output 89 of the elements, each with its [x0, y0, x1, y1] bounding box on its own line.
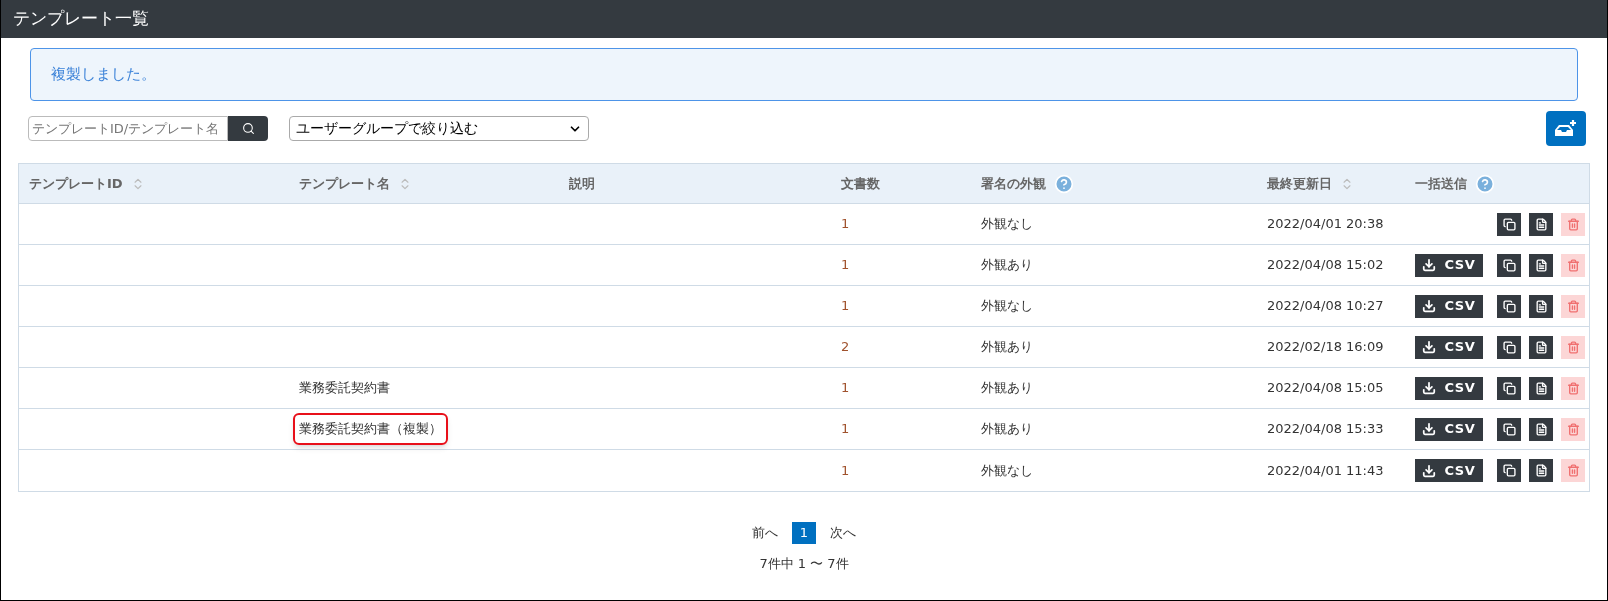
inbox-plus-icon [1553, 118, 1579, 139]
copy-button[interactable] [1497, 335, 1521, 359]
appearance-cell: 外観なし [981, 462, 1033, 478]
updated-date: 2022/04/08 10:27 [1267, 298, 1384, 314]
copy-icon [1502, 258, 1516, 272]
group-filter-dropdown[interactable]: ユーザーグループで絞り込む [289, 116, 589, 141]
appearance-cell: 外観なし [981, 298, 1033, 314]
document-icon [1534, 464, 1548, 477]
copy-button[interactable] [1497, 376, 1521, 400]
document-button[interactable] [1529, 335, 1553, 359]
copy-icon [1502, 299, 1516, 313]
document-button[interactable] [1529, 212, 1553, 236]
document-button[interactable] [1529, 459, 1553, 482]
document-count: 1 [841, 216, 850, 232]
download-icon [1422, 340, 1437, 354]
updated-date: 2022/04/08 15:05 [1267, 380, 1384, 396]
csv-download-button[interactable]: CSV [1415, 417, 1483, 441]
copy-icon [1502, 422, 1516, 436]
copy-icon [1502, 464, 1516, 477]
csv-download-button[interactable]: CSV [1415, 376, 1483, 400]
copy-icon [1502, 217, 1516, 231]
appearance-cell: 外観あり [981, 421, 1033, 437]
window-title: テンプレート一覧 [13, 7, 149, 31]
download-icon [1422, 422, 1437, 436]
download-icon [1422, 258, 1437, 272]
document-count: 1 [841, 298, 850, 314]
document-button[interactable] [1529, 294, 1553, 318]
column-header: 一括送信 [1415, 174, 1467, 193]
trash-icon [1566, 217, 1580, 231]
copy-button[interactable] [1497, 459, 1521, 482]
trash-icon [1566, 340, 1580, 354]
document-icon [1534, 258, 1548, 272]
column-header[interactable]: テンプレート名 [299, 173, 390, 194]
updated-date: 2022/04/08 15:02 [1267, 257, 1384, 273]
appearance-cell: 外観あり [981, 380, 1033, 396]
trash-icon [1566, 464, 1580, 477]
document-icon [1534, 340, 1548, 354]
add-template-button[interactable] [1546, 111, 1586, 146]
document-button[interactable] [1529, 417, 1553, 441]
appearance-cell: 外観あり [981, 339, 1033, 355]
previous-page-link[interactable]: 前へ [752, 523, 778, 543]
document-count: 2 [841, 339, 850, 355]
copy-button[interactable] [1497, 294, 1521, 318]
csv-download-button[interactable]: CSV [1415, 253, 1483, 277]
document-icon [1534, 217, 1548, 231]
appearance-cell: 外観あり [981, 257, 1033, 273]
document-count: 1 [841, 462, 850, 478]
document-icon [1534, 381, 1548, 395]
updated-date: 2022/02/18 16:09 [1267, 339, 1384, 355]
csv-download-button[interactable]: CSV [1415, 294, 1483, 318]
updated-date: 2022/04/01 20:38 [1267, 216, 1384, 232]
updated-date: 2022/04/08 15:33 [1267, 421, 1384, 437]
csv-download-button[interactable]: CSV [1415, 459, 1483, 482]
document-count: 1 [841, 380, 850, 396]
download-icon [1422, 463, 1437, 478]
page-number[interactable]: 1 [792, 522, 816, 544]
template-name: 業務委託契約書 [299, 380, 390, 396]
search-button[interactable] [228, 116, 268, 141]
copy-icon [1502, 381, 1516, 395]
csv-download-button[interactable]: CSV [1415, 335, 1483, 359]
document-count: 1 [841, 421, 850, 437]
result-summary: 7件中 1 〜 7件 [759, 555, 849, 573]
search-field[interactable]: テンプレートID/テンプレート名 [28, 116, 228, 141]
trash-icon [1566, 299, 1580, 313]
column-header[interactable]: テンプレートID [29, 173, 123, 194]
document-count: 1 [841, 257, 850, 273]
column-header: 文書数 [841, 174, 880, 193]
column-header: 説明 [569, 174, 595, 193]
alert-message: 複製しました。 [51, 64, 156, 86]
trash-icon [1566, 422, 1580, 436]
appearance-cell: 外観なし [981, 216, 1033, 232]
column-header[interactable]: 最終更新日 [1267, 173, 1332, 194]
updated-date: 2022/04/01 11:43 [1267, 462, 1384, 478]
download-icon [1422, 381, 1437, 395]
column-header: 署名の外観 [981, 174, 1046, 193]
copy-button[interactable] [1497, 253, 1521, 277]
search-icon [241, 122, 255, 135]
trash-icon [1566, 381, 1580, 395]
copy-icon [1502, 340, 1516, 354]
document-icon [1534, 422, 1548, 436]
document-icon [1534, 299, 1548, 313]
document-button[interactable] [1529, 253, 1553, 277]
template-name: 業務委託契約書（複製） [293, 413, 448, 445]
trash-icon [1566, 258, 1580, 272]
next-page-link[interactable]: 次へ [830, 523, 856, 543]
download-icon [1422, 299, 1437, 313]
copy-button[interactable] [1497, 417, 1521, 441]
copy-button[interactable] [1497, 212, 1521, 236]
document-button[interactable] [1529, 376, 1553, 400]
